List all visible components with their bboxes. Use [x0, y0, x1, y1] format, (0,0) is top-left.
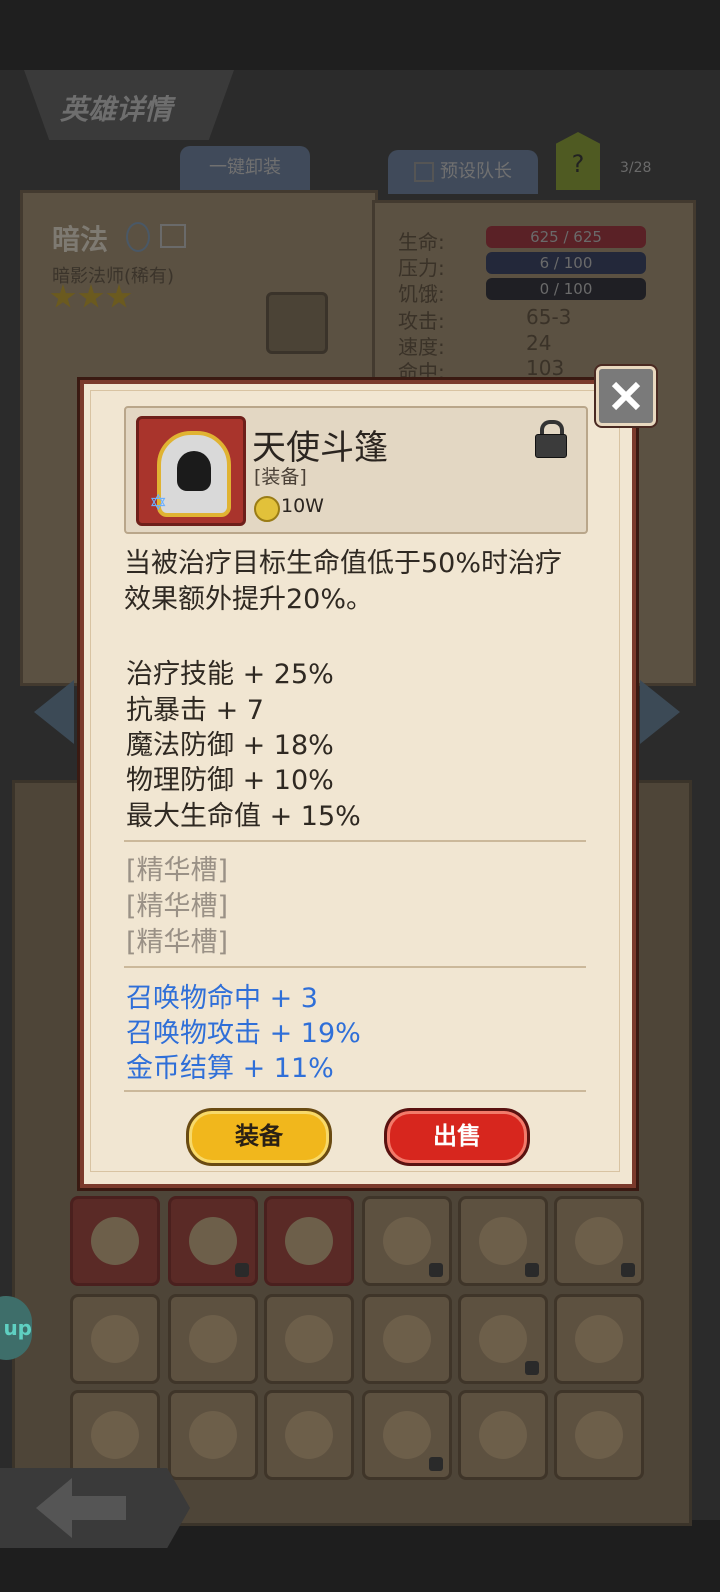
- hood-icon: [383, 1315, 431, 1363]
- inventory-item[interactable]: [554, 1390, 644, 1480]
- inventory-item[interactable]: [362, 1196, 452, 1286]
- preset-leader-label: 预设队长: [440, 161, 512, 182]
- stat-label: 生命:: [398, 230, 445, 254]
- chest-armor-icon: [383, 1217, 431, 1265]
- inventory-item[interactable]: [70, 1294, 160, 1384]
- gauntlet-icon: [91, 1217, 139, 1265]
- stat-label: 攻击:: [398, 309, 445, 333]
- helmet-icon: [383, 1411, 431, 1459]
- inventory-item[interactable]: [362, 1294, 452, 1384]
- inventory-item[interactable]: [264, 1390, 354, 1480]
- hero-class: 暗影法师(稀有): [52, 266, 175, 287]
- inventory-item[interactable]: [264, 1196, 354, 1286]
- item-type: [装备]: [254, 466, 307, 488]
- help-button[interactable]: ?: [556, 132, 600, 190]
- page-count: 3/28: [620, 160, 652, 176]
- item-description: 当被治疗目标生命值低于50%时治疗效果额外提升20%。: [124, 548, 563, 615]
- lock-icon: [429, 1263, 443, 1277]
- lock-icon: [429, 1457, 443, 1471]
- hero-name: 暗法: [52, 223, 109, 256]
- lock-icon: [525, 1263, 539, 1277]
- male-icon: [126, 222, 150, 252]
- close-button[interactable]: [596, 366, 656, 426]
- inventory-item[interactable]: [70, 1196, 160, 1286]
- equip-button[interactable]: 装备: [186, 1108, 332, 1166]
- pouch-icon: [479, 1217, 527, 1265]
- inventory-item[interactable]: [554, 1294, 644, 1384]
- hunger-bar: 0 / 100: [486, 278, 646, 300]
- hood-icon: [157, 431, 231, 517]
- inventory-item[interactable]: [70, 1390, 160, 1480]
- stat-label: 压力:: [398, 256, 445, 280]
- bonus-stat: 金币结算 + 11%: [126, 1053, 334, 1084]
- divider: [124, 840, 586, 842]
- status-bar: [0, 0, 720, 70]
- coin-icon: [254, 496, 280, 522]
- hood-icon: [479, 1315, 527, 1363]
- dragon-ring-icon: [479, 1411, 527, 1459]
- stat-line: 物理防御 + 10%: [126, 765, 334, 796]
- amulet-icon: [575, 1217, 623, 1265]
- stat-value: 65-3: [526, 305, 572, 329]
- divider: [124, 966, 586, 968]
- chest-armor-icon: [91, 1315, 139, 1363]
- stat-line: 抗暴击 + 7: [126, 695, 264, 726]
- lock-icon: [525, 1361, 539, 1375]
- essence-slot: [精华槽]: [126, 891, 229, 922]
- item-icon-frame: ✡: [136, 416, 246, 526]
- hp-bar: 625 / 625: [486, 226, 646, 248]
- page-title: 英雄详情: [60, 93, 173, 126]
- divider: [124, 1090, 586, 1092]
- lock-icon: [235, 1263, 249, 1277]
- item-price: 10W: [281, 495, 324, 517]
- inventory-item[interactable]: [458, 1390, 548, 1480]
- inventory-item[interactable]: [168, 1294, 258, 1384]
- essence-slot: [精华槽]: [126, 855, 229, 886]
- unequip-all-button[interactable]: 一键卸装: [180, 146, 310, 190]
- inventory-item[interactable]: [168, 1390, 258, 1480]
- lock-body: [535, 434, 567, 458]
- stress-bar: 6 / 100: [486, 252, 646, 274]
- shield-icon: [285, 1315, 333, 1363]
- preset-leader-button[interactable]: 预设队长: [388, 150, 538, 194]
- hood-opening: [177, 451, 211, 491]
- inventory-item[interactable]: [458, 1196, 548, 1286]
- inventory-item[interactable]: [264, 1294, 354, 1384]
- axe-icon: [91, 1411, 139, 1459]
- inventory-item[interactable]: [362, 1390, 452, 1480]
- ring-icon: [575, 1315, 623, 1363]
- stat-label: 饥饿:: [398, 282, 445, 306]
- stat-line: 最大生命值 + 15%: [126, 801, 361, 832]
- dagger-icon: [189, 1217, 237, 1265]
- side-tab-button[interactable]: up: [0, 1296, 32, 1360]
- unlock-icon[interactable]: [535, 420, 567, 458]
- inventory-item[interactable]: [458, 1294, 548, 1384]
- stat-value: 103: [526, 356, 565, 380]
- edit-icon[interactable]: [160, 224, 186, 248]
- lock-icon: [621, 1263, 635, 1277]
- hexagram-icon: ✡: [149, 491, 168, 516]
- dragon-ring-icon: [575, 1411, 623, 1459]
- bonus-stat: 召唤物攻击 + 19%: [126, 1018, 361, 1049]
- stat-value: 24: [526, 331, 552, 355]
- axe-icon: [189, 1411, 237, 1459]
- essence-slot: [精华槽]: [126, 927, 229, 958]
- checkbox-icon: [414, 162, 434, 182]
- inventory-item[interactable]: [168, 1196, 258, 1286]
- equip-slot[interactable]: [266, 292, 328, 354]
- bonus-stat: 召唤物命中 + 3: [126, 983, 318, 1014]
- stat-line: 魔法防御 + 18%: [126, 730, 334, 761]
- sell-button[interactable]: 出售: [384, 1108, 530, 1166]
- shield-icon: [189, 1315, 237, 1363]
- inventory-item[interactable]: [554, 1196, 644, 1286]
- stat-line: 治疗技能 + 25%: [126, 659, 334, 690]
- voodoo-doll-icon: [285, 1411, 333, 1459]
- spellbook-icon: [285, 1217, 333, 1265]
